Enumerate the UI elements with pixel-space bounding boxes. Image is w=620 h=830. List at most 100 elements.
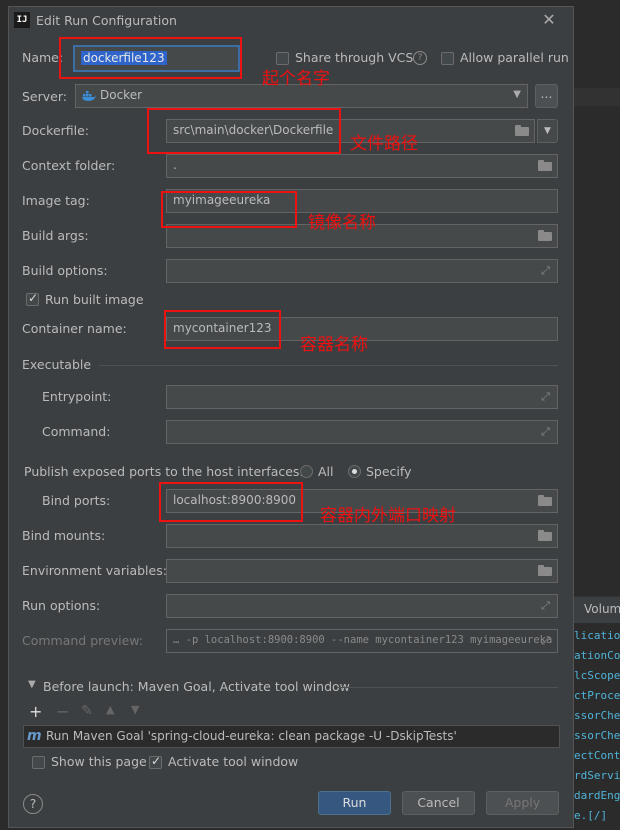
ide-panel-header-label: Volum — [584, 602, 620, 616]
context-folder-value: . — [173, 158, 177, 172]
ide-line: lication — [574, 629, 620, 642]
folder-icon[interactable] — [538, 565, 552, 576]
command-preview-field[interactable]: … -p localhost:8900:8900 --name mycontai… — [166, 629, 558, 653]
expand-icon[interactable]: ⤢ — [539, 264, 552, 277]
ide-line: e.[/] — [574, 809, 608, 822]
server-label: Server: — [22, 89, 67, 104]
ide-line: ssorChec — [574, 709, 620, 722]
annotation-image: 镜像名称 — [308, 213, 376, 233]
bind-mounts-input[interactable] — [166, 524, 558, 548]
expand-icon[interactable]: ⤢ — [539, 425, 552, 438]
activate-tool-label[interactable]: Activate tool window — [168, 754, 298, 769]
dialog-title: Edit Run Configuration — [36, 13, 177, 28]
show-page-checkbox[interactable] — [32, 756, 45, 769]
allow-parallel-label[interactable]: Allow parallel run — [460, 50, 569, 65]
bind-mounts-label: Bind mounts: — [22, 528, 106, 543]
help-icon[interactable]: ? — [23, 794, 43, 814]
publish-ports-label: Publish exposed ports to the host interf… — [24, 464, 304, 479]
annotation-box-dockerfile — [147, 108, 341, 154]
docker-icon — [82, 91, 96, 101]
annotation-container: 容器名称 — [300, 335, 368, 355]
move-down-icon[interactable]: ▼ — [131, 703, 139, 716]
publish-all-label[interactable]: All — [318, 464, 334, 479]
dialog-titlebar: IJ Edit Run Configuration ✕ — [9, 7, 573, 37]
folder-icon[interactable] — [538, 530, 552, 541]
close-icon[interactable]: ✕ — [539, 10, 559, 30]
env-vars-input[interactable] — [166, 559, 558, 583]
move-up-icon[interactable]: ▲ — [106, 703, 114, 716]
server-value: Docker — [100, 88, 143, 102]
name-label: Name: — [22, 50, 64, 65]
publish-all-radio[interactable] — [300, 465, 313, 478]
collapse-chevron-icon[interactable]: ▼ — [28, 679, 36, 690]
add-icon[interactable]: + — [29, 702, 42, 721]
ide-line: rdServic — [574, 769, 620, 782]
ide-line: dardEng — [574, 789, 620, 802]
publish-specify-label[interactable]: Specify — [366, 464, 411, 479]
expand-icon[interactable]: ⤢ — [539, 390, 552, 403]
annotation-dockerfile: 文件路径 — [350, 134, 418, 154]
run-options-input[interactable]: ⤢ — [166, 594, 558, 618]
ide-line: ctProces — [574, 689, 620, 702]
run-built-image-checkbox[interactable] — [26, 291, 39, 306]
run-built-image-label[interactable]: Run built image — [45, 292, 144, 307]
intellij-app-icon: IJ — [14, 12, 30, 28]
ide-line: ssorChec — [574, 729, 620, 742]
ide-left-gutter — [0, 0, 8, 830]
entrypoint-input[interactable]: ⤢ — [166, 385, 558, 409]
dockerfile-label: Dockerfile: — [22, 123, 90, 138]
command-input[interactable]: ⤢ — [166, 420, 558, 444]
executable-separator — [99, 365, 558, 366]
bind-ports-label: Bind ports: — [42, 493, 111, 508]
annotation-ports: 容器内外端口映射 — [320, 506, 456, 526]
annotation-box-container — [164, 310, 281, 349]
image-tag-label: Image tag: — [22, 193, 90, 208]
annotation-box-name — [59, 37, 242, 79]
help-icon[interactable]: ? — [413, 51, 427, 65]
server-more-button[interactable]: ... — [535, 84, 558, 108]
allow-parallel-checkbox[interactable] — [441, 52, 454, 65]
show-page-label[interactable]: Show this page — [51, 754, 147, 769]
cancel-button[interactable]: Cancel — [402, 791, 475, 815]
ide-right-panel: lication ationCon lcScope ctProces ssorC… — [574, 0, 620, 830]
before-launch-separator — [337, 687, 558, 688]
before-launch-label[interactable]: Before launch: Maven Goal, Activate tool… — [43, 679, 350, 694]
share-vcs-label[interactable]: Share through VCS — [295, 50, 413, 65]
ide-selected-line — [574, 88, 620, 106]
folder-icon[interactable] — [538, 230, 552, 241]
build-args-label: Build args: — [22, 228, 89, 243]
folder-icon[interactable] — [538, 495, 552, 506]
context-folder-label: Context folder: — [22, 158, 116, 173]
command-label: Command: — [42, 424, 111, 439]
dockerfile-dropdown-button[interactable]: ▼ — [537, 119, 558, 143]
executable-section-label: Executable — [22, 357, 92, 372]
entrypoint-label: Entrypoint: — [42, 389, 112, 404]
command-preview-value: … -p localhost:8900:8900 --name mycontai… — [173, 634, 553, 646]
command-preview-label: Command preview: — [22, 633, 144, 648]
ide-line: lcScope — [574, 669, 620, 682]
apply-button[interactable]: Apply — [486, 791, 559, 815]
context-folder-input[interactable]: . — [166, 154, 558, 178]
folder-icon[interactable] — [538, 160, 552, 171]
annotation-box-image — [161, 191, 297, 228]
edit-icon[interactable]: ✎ — [81, 703, 93, 719]
ide-line: ectConta — [574, 749, 620, 762]
edit-run-configuration-dialog: IJ Edit Run Configuration ✕ Name: docker… — [8, 6, 574, 828]
env-vars-label: Environment variables: — [22, 563, 167, 578]
run-button[interactable]: Run — [318, 791, 391, 815]
build-options-label: Build options: — [22, 263, 108, 278]
annotation-box-ports — [159, 482, 303, 522]
activate-tool-checkbox[interactable] — [149, 754, 162, 769]
maven-icon: m — [27, 728, 42, 744]
run-options-label: Run options: — [22, 598, 101, 613]
publish-specify-radio[interactable] — [348, 465, 361, 478]
ide-panel-header: Volum — [574, 596, 620, 623]
before-launch-task-list[interactable]: m Run Maven Goal 'spring-cloud-eureka: c… — [23, 725, 560, 748]
annotation-name: 起个名字 — [262, 69, 330, 89]
chevron-down-icon: ▼ — [513, 89, 521, 100]
expand-icon[interactable]: ⤢ — [539, 634, 552, 647]
expand-icon[interactable]: ⤢ — [539, 599, 552, 612]
folder-icon[interactable] — [515, 125, 529, 136]
build-options-input[interactable]: ⤢ — [166, 259, 558, 283]
remove-icon[interactable]: − — [56, 702, 69, 721]
